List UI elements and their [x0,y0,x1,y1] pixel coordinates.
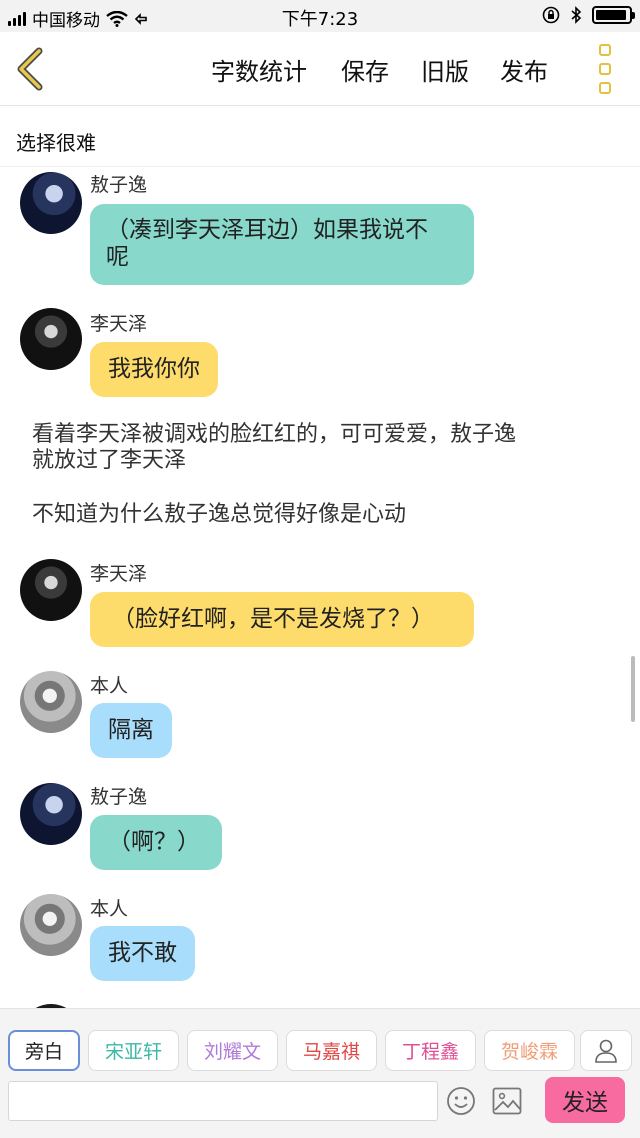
narration-text[interactable]: 看着李天泽被调戏的脸红红的，可可爱爱，敖子逸 就放过了李天泽 [32,422,602,474]
bluetooth-icon [571,6,582,24]
avatar-li-tianze[interactable] [20,308,82,370]
role-label: 刘耀文 [203,1041,261,1063]
role-label: 宋亚轩 [104,1041,162,1063]
battery-icon [592,6,635,24]
narration-line: 就放过了李天泽 [32,448,187,473]
compose-panel: 旁白 宋亚轩 刘耀文 马嘉祺 丁程鑫 贺峻霖 发送 [0,1008,640,1138]
speaker-name: 敖子逸 [90,786,148,808]
message-bubble[interactable]: （啊？） [90,815,222,870]
narration-line: 不知道为什么敖子逸总觉得好像是心动 [32,502,407,527]
save-button[interactable]: 保存 [341,52,389,87]
message-line: （啊？） [108,829,200,855]
narration-line: 看着李天泽被调戏的脸红红的，可可爱爱，敖子逸 [32,422,517,447]
message-line: 呢 [106,244,129,270]
role-label: 丁程鑫 [401,1041,459,1063]
send-button[interactable]: 发送 [545,1077,625,1123]
message-input[interactable] [8,1081,438,1121]
avatar-self[interactable] [20,671,82,733]
role-label: 马嘉祺 [302,1041,360,1063]
speaker-name: 李天泽 [90,563,148,585]
message-line: （凑到李天泽耳边）如果我说不 [106,217,428,243]
avatar-ao-ziyi[interactable] [20,783,82,845]
status-right [542,6,635,24]
speaker-name: 本人 [90,675,129,697]
role-tab-ding-chengxin[interactable]: 丁程鑫 [385,1030,476,1071]
add-role-button[interactable] [580,1030,632,1071]
message-bubble[interactable]: （脸好红啊，是不是发烧了？） [90,592,474,647]
role-tab-liu-yaowen[interactable]: 刘耀文 [187,1030,278,1071]
message-line: 隔离 [108,717,154,743]
message-bubble[interactable]: 我我你你 [90,342,218,397]
image-icon[interactable] [492,1087,522,1115]
chat-scrollbar[interactable] [631,656,635,722]
word-count-button[interactable]: 字数统计 [211,52,307,87]
narration-text[interactable]: 不知道为什么敖子逸总觉得好像是心动 [32,502,602,528]
role-tab-he-junlin[interactable]: 贺峻霖 [484,1030,575,1071]
role-label: 旁白 [24,1041,63,1063]
chat-area[interactable]: 敖子逸 （凑到李天泽耳边）如果我说不 呢 李天泽 我我你你 看着李天泽被调戏的脸… [0,168,640,1008]
avatar-li-tianze[interactable] [20,559,82,621]
message-line: 我我你你 [108,356,200,382]
role-tab-narrator[interactable]: 旁白 [8,1030,80,1071]
back-chevron-icon[interactable] [12,46,52,92]
role-tab-song-yaxuan[interactable]: 宋亚轩 [88,1030,179,1071]
story-title-row[interactable]: 选择很难 [0,107,640,167]
message-bubble[interactable]: （凑到李天泽耳边）如果我说不 呢 [90,204,474,285]
speaker-name: 李天泽 [90,313,148,335]
story-title: 选择很难 [16,131,96,155]
role-label: 贺峻霖 [500,1041,558,1063]
more-icon[interactable] [592,44,618,94]
emoji-icon[interactable] [446,1086,476,1116]
message-bubble[interactable]: 我不敢 [90,926,195,981]
role-tab-ma-jiaqi[interactable]: 马嘉祺 [286,1030,377,1071]
editor-toolbar: 字数统计 保存 旧版 发布 [0,32,640,106]
publish-button[interactable]: 发布 [500,52,548,87]
message-bubble[interactable]: 隔离 [90,703,172,758]
status-bar: 中国移动 下午7:23 [0,0,640,32]
avatar-ao-ziyi[interactable] [20,172,82,234]
speaker-name: 本人 [90,898,129,920]
message-line: （脸好红啊，是不是发烧了？） [112,606,434,632]
person-icon [595,1039,617,1063]
orientation-lock-icon [542,6,560,24]
battery-level [596,10,627,20]
avatar-self[interactable] [20,894,82,956]
old-version-button[interactable]: 旧版 [421,52,469,87]
speaker-name: 敖子逸 [90,174,148,196]
message-line: 我不敢 [108,940,177,966]
